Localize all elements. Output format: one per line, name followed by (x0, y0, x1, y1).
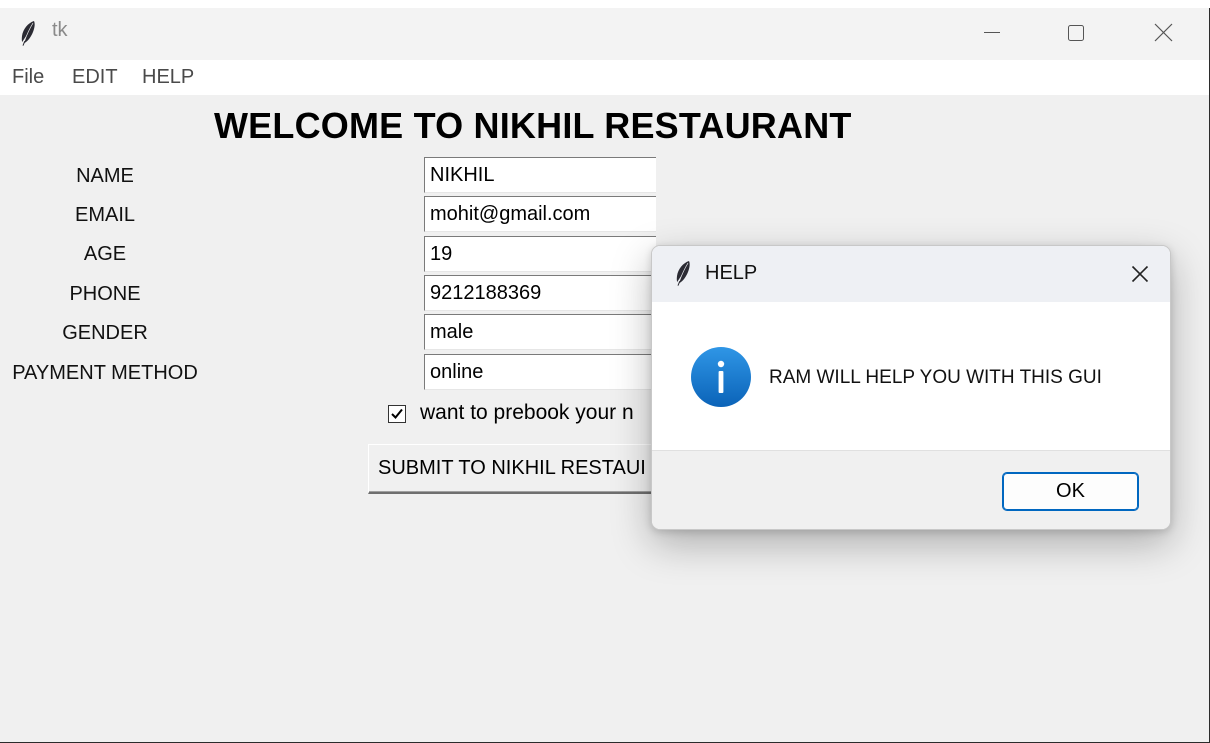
feather-icon (676, 261, 690, 286)
name-label: NAME (76, 165, 134, 187)
email-label: EMAIL (74, 204, 136, 226)
dialog-close-button[interactable] (1108, 246, 1170, 302)
page-title: WELCOME TO NIKHIL RESTAURANT (214, 105, 852, 146)
payment-method-input[interactable] (424, 354, 656, 390)
menu-file[interactable]: File (12, 66, 44, 89)
maximize-icon (1068, 25, 1084, 41)
minimize-button[interactable] (962, 8, 1022, 56)
help-dialog: HELP RAM WILL HELP YOU WITH THIS GUI OK (651, 245, 1171, 530)
maximize-button[interactable] (1045, 8, 1105, 56)
window-title: tk (52, 19, 68, 41)
menu-edit[interactable]: EDIT (72, 66, 118, 89)
gender-input[interactable] (424, 314, 656, 350)
age-input[interactable] (424, 236, 656, 272)
title-bar[interactable]: tk (0, 8, 1209, 60)
menu-bar: File EDIT HELP (0, 60, 1209, 95)
close-button[interactable] (1133, 8, 1193, 56)
feather-icon (21, 21, 35, 46)
ok-button[interactable]: OK (1002, 472, 1139, 511)
prebook-checkbox-label: want to prebook your n (420, 401, 634, 424)
checkmark-icon (391, 408, 403, 419)
close-icon (1154, 23, 1173, 42)
close-icon (1131, 265, 1149, 283)
prebook-checkbox[interactable] (388, 405, 406, 423)
phone-input[interactable] (424, 275, 656, 311)
info-icon (691, 347, 751, 407)
email-input[interactable] (424, 196, 656, 232)
gender-label: GENDER (62, 322, 148, 344)
minimize-icon (984, 32, 1000, 33)
phone-label: PHONE (69, 283, 141, 305)
dialog-footer: OK (652, 450, 1170, 529)
menu-help[interactable]: HELP (142, 66, 194, 89)
age-label: AGE (83, 243, 127, 265)
dialog-title-bar[interactable]: HELP (652, 246, 1170, 302)
dialog-message: RAM WILL HELP YOU WITH THIS GUI (769, 367, 1102, 388)
payment-method-label: PAYMENT METHOD (12, 362, 198, 384)
name-input[interactable] (424, 157, 656, 193)
dialog-title: HELP (705, 262, 758, 284)
